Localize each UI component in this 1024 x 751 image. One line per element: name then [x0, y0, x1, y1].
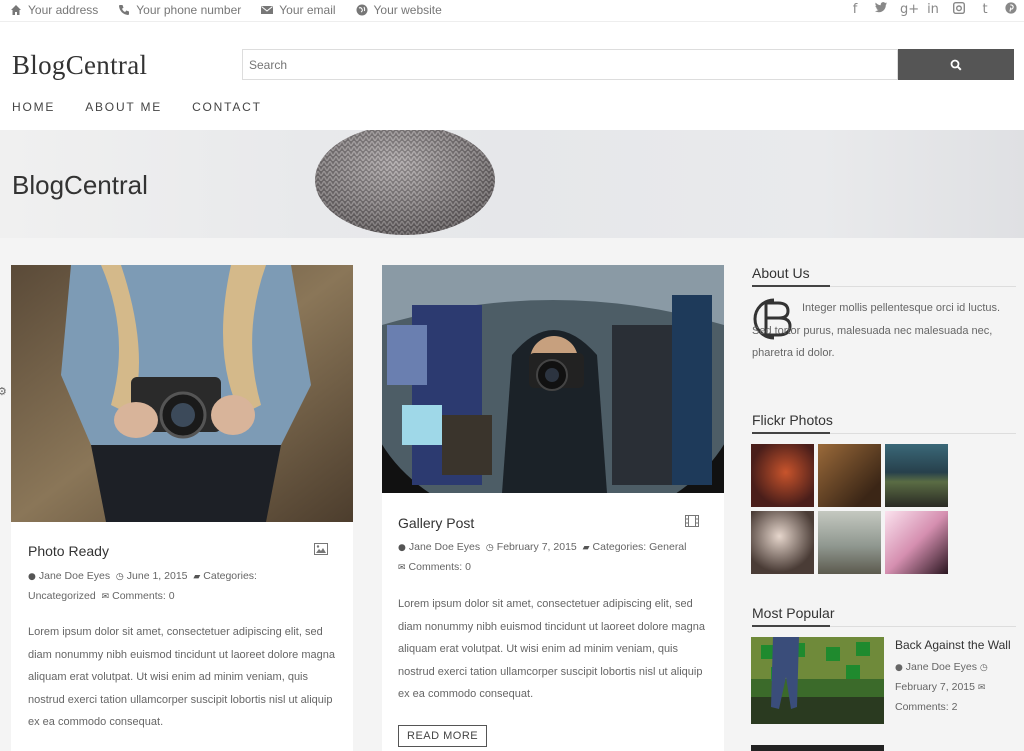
folder-icon: ▰: [193, 572, 201, 582]
flickr-heading: Flickr Photos: [752, 412, 833, 428]
social-links: f g+ in t: [848, 1, 1018, 18]
pinterest-icon[interactable]: [1004, 2, 1018, 18]
post-image[interactable]: [382, 265, 724, 493]
search-form: [242, 49, 1014, 80]
top-bar: Your address Your phone number Your emai…: [0, 0, 1024, 22]
post-card: Gallery Post ● Jane Doe Eyes ◷ February 7,…: [382, 265, 724, 751]
twitter-icon[interactable]: [874, 2, 888, 18]
popular-divider: [752, 625, 1016, 627]
popular-post-author[interactable]: Jane Doe Eyes: [906, 661, 977, 673]
search-input[interactable]: [242, 49, 898, 80]
nav-home[interactable]: HOME: [12, 100, 55, 114]
post-comments[interactable]: Comments: 0: [409, 561, 471, 573]
clock-icon: ◷: [115, 572, 124, 582]
phone-link[interactable]: Your phone number: [118, 3, 241, 17]
post-categories-label: Categories:: [203, 570, 257, 582]
flickr-photo[interactable]: [818, 444, 881, 507]
popular-post-comments[interactable]: Comments: 2: [895, 701, 957, 713]
email-text: Your email: [279, 3, 336, 17]
google-plus-icon[interactable]: g+: [900, 2, 919, 18]
contact-info: Your address Your phone number Your emai…: [10, 3, 442, 17]
flickr-photo[interactable]: [751, 444, 814, 507]
post-meta: ● Jane Doe Eyes ◷ February 7, 2015 ▰ Catego…: [398, 538, 718, 578]
next-popular-image[interactable]: [751, 745, 884, 751]
post-date: February 7, 2015: [496, 541, 577, 553]
post-author[interactable]: Jane Doe Eyes: [39, 570, 110, 582]
post-category-link[interactable]: Uncategorized: [28, 590, 96, 602]
comments-icon: ✉: [398, 563, 406, 573]
user-icon: ●: [28, 572, 36, 582]
image-format-icon: [314, 543, 328, 555]
hero-banner: BlogCentral: [0, 130, 1024, 238]
post-comments[interactable]: Comments: 0: [112, 590, 174, 602]
user-icon: ●: [895, 663, 903, 673]
instagram-icon[interactable]: [952, 1, 966, 18]
about-text: Integer mollis pellentesque orci id luct…: [752, 302, 1001, 359]
popular-post-image[interactable]: [751, 637, 884, 724]
website-link[interactable]: Your website: [356, 3, 442, 17]
home-icon: [11, 5, 21, 15]
popular-post-title[interactable]: Back Against the Wall: [895, 638, 1011, 652]
logo-text: BlogCentral: [12, 50, 148, 80]
clock-icon: ◷: [979, 663, 988, 673]
flickr-photo[interactable]: [818, 511, 881, 574]
facebook-icon[interactable]: f: [848, 2, 862, 18]
popular-post-date: February 7, 2015: [895, 681, 975, 693]
nav-contact[interactable]: CONTACT: [192, 100, 262, 114]
post-excerpt: Lorem ipsum dolor sit amet, consectetuer…: [28, 626, 335, 728]
search-icon: [950, 59, 962, 71]
flickr-photo[interactable]: [751, 511, 814, 574]
search-button[interactable]: [898, 49, 1014, 80]
post-meta: ● Jane Doe Eyes ◷ June 1, 2015 ▰ Categories…: [28, 567, 348, 607]
nav-about-me[interactable]: ABOUT ME: [85, 100, 162, 114]
user-icon: ●: [398, 543, 406, 553]
folder-icon: ▰: [582, 543, 590, 553]
comments-icon: ✉: [101, 592, 110, 602]
post-categories[interactable]: Categories: General: [593, 541, 687, 553]
globe-icon: [356, 4, 368, 16]
flickr-divider: [752, 432, 1016, 434]
post-excerpt: Lorem ipsum dolor sit amet, consectetuer…: [398, 598, 705, 700]
comments-icon: ✉: [977, 683, 986, 693]
flickr-grid: [751, 444, 948, 574]
post-date: June 1, 2015: [126, 570, 188, 582]
website-text: Your website: [373, 3, 442, 17]
about-us-heading: About Us: [752, 265, 810, 281]
phone-icon: [119, 5, 130, 15]
flickr-photo[interactable]: [885, 511, 948, 574]
post-image[interactable]: [11, 265, 353, 522]
popular-post-meta: ● Jane Doe Eyes ◷ February 7, 2015 ✉ Com…: [895, 658, 1020, 717]
hero-title: BlogCentral: [12, 170, 148, 200]
linkedin-icon[interactable]: in: [926, 2, 940, 18]
settings-gear-icon[interactable]: ⚙: [0, 385, 7, 398]
address-text: Your address: [28, 3, 99, 17]
post-title[interactable]: Gallery Post: [398, 515, 474, 531]
email-link[interactable]: Your email: [261, 3, 336, 17]
flickr-photo[interactable]: [885, 444, 948, 507]
tumblr-icon[interactable]: t: [978, 2, 992, 18]
address-link[interactable]: Your address: [10, 3, 98, 17]
most-popular-heading: Most Popular: [752, 605, 835, 621]
knit-hat-image: [315, 130, 495, 235]
post-author[interactable]: Jane Doe Eyes: [409, 541, 480, 553]
post-card: Photo Ready ● Jane Doe Eyes ◷ June 1, 2015…: [11, 265, 353, 751]
read-more-button[interactable]: READ MORE: [398, 725, 488, 747]
video-format-icon: [685, 515, 699, 527]
site-header: BlogCentral HOME ABOUT ME CONTACT: [0, 22, 1024, 130]
post-title[interactable]: Photo Ready: [28, 543, 109, 559]
about-divider: [752, 285, 1016, 287]
main-nav: HOME ABOUT ME CONTACT: [12, 100, 262, 114]
phone-text: Your phone number: [136, 3, 242, 17]
clock-icon: ◷: [485, 543, 494, 553]
site-logo[interactable]: BlogCentral: [12, 50, 147, 81]
envelope-icon: [261, 6, 274, 14]
